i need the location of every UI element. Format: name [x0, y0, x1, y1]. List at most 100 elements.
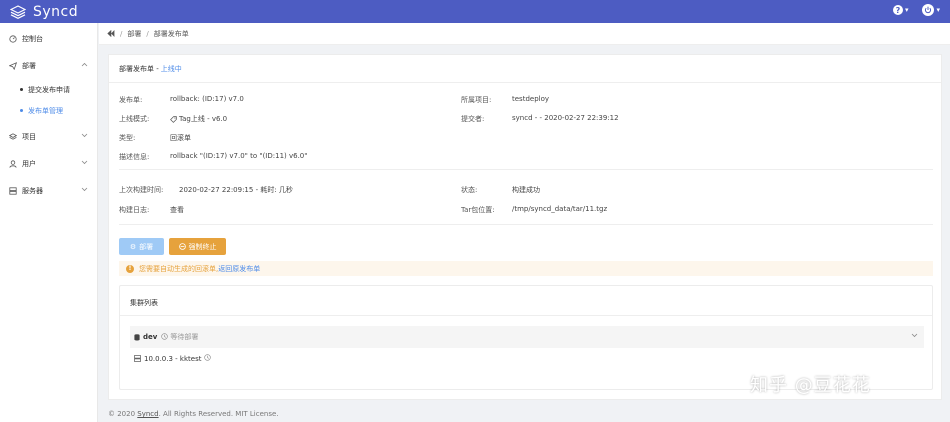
server-icon	[134, 355, 141, 362]
footer-prefix: © 2020	[108, 410, 136, 418]
gauge-icon	[9, 34, 19, 43]
field-label: 描述信息:	[119, 153, 150, 161]
section-divider	[120, 315, 932, 316]
chevron-up-icon	[81, 62, 88, 67]
field-value: syncd - - 2020-02-27 22:39:12	[512, 114, 619, 122]
field-label: 构建日志:	[119, 206, 150, 214]
chevron-down-icon: ▾	[904, 6, 909, 14]
field-value: testdeploy	[512, 95, 550, 103]
view-log-link[interactable]: 查看	[170, 205, 184, 215]
field-mode: 上线模式: Tag上线 - v6.0	[119, 114, 227, 124]
layers-icon	[9, 132, 19, 141]
sidebar-item-deploy[interactable]: 部署	[0, 52, 97, 79]
force-stop-button[interactable]: 强制终止	[169, 238, 226, 255]
chevron-down-icon	[81, 133, 88, 138]
host-name: 10.0.0.3 - kktest	[144, 354, 202, 363]
sidebar-item-servers[interactable]: 服务器	[0, 177, 97, 204]
field-value: 2020-02-27 22:09:15 - 耗时: 几秒	[179, 186, 293, 194]
cluster-status: 等待部署	[170, 333, 199, 341]
cluster-list-title: 集群列表	[130, 299, 158, 307]
field-type: 类型: 回滚单	[119, 133, 191, 143]
cluster-group-row[interactable]: dev 等待部署	[130, 326, 924, 348]
field-build-time: 上次构建时间: 2020-02-27 22:09:15 - 耗时: 几秒	[119, 185, 293, 195]
server-icon	[9, 186, 19, 195]
host-item: 10.0.0.3 - kktest	[134, 354, 212, 363]
field-value: 回滚单	[170, 134, 191, 142]
sidebar-item-users[interactable]: 用户	[0, 150, 97, 177]
bullet-dot	[20, 88, 23, 91]
gear-icon: ⚙	[129, 242, 137, 251]
chevron-down-icon: ▾	[936, 6, 940, 14]
chevron-down-icon	[81, 187, 88, 192]
release-status: 上线中	[160, 64, 182, 73]
help-icon: ?	[892, 5, 903, 15]
sidebar-item-projects[interactable]: 项目	[0, 123, 97, 150]
field-value: 构建成功	[512, 186, 540, 194]
user-icon	[9, 159, 19, 168]
field-value: Tag上线 - v6.0	[179, 115, 228, 123]
bullet-dot	[20, 109, 23, 112]
sidebar-item-label: 控制台	[22, 34, 43, 43]
rollback-warning: ! 您需要自动生成的回滚单, 返回原发布单	[119, 261, 933, 276]
field-label: Tar包位置:	[461, 206, 495, 214]
sidebar-subitem-submit-request[interactable]: 提交发布申请	[0, 79, 97, 100]
power-icon	[922, 4, 935, 16]
sidebar-item-dashboard[interactable]: 控制台	[0, 25, 97, 52]
send-icon	[9, 61, 19, 70]
app-logo[interactable]: Syncd	[0, 4, 98, 20]
help-menu[interactable]: ? ▾	[892, 5, 909, 15]
chevron-down-icon	[81, 160, 88, 165]
field-label: 上次构建时间:	[119, 186, 164, 194]
field-value: /tmp/syncd_data/tar/11.tgz	[512, 205, 608, 213]
field-release: 发布单: rollback: (ID:17) v7.0	[119, 95, 244, 105]
sidebar-item-label: 服务器	[22, 186, 43, 195]
field-label: 发布单:	[119, 96, 143, 104]
breadcrumb-item-current: 部署发布单	[153, 29, 189, 38]
warning-icon: !	[126, 264, 134, 273]
field-value: rollback: (ID:17) v7.0	[170, 95, 244, 103]
stop-circle-icon	[178, 243, 186, 250]
field-project: 所属项目: testdeploy	[461, 95, 549, 105]
field-state: 状态: 构建成功	[461, 185, 540, 195]
app-title: Syncd	[33, 3, 79, 20]
footer: © 2020 Syncd. All Rights Reserved. MIT L…	[108, 410, 279, 418]
sidebar-item-label: 部署	[22, 61, 36, 70]
breadcrumb-item-deploy[interactable]: 部署	[127, 29, 141, 39]
release-detail-card: 部署发布单 - 上线中 发布单: rollback: (ID:17) v7.0 …	[108, 54, 942, 400]
footer-syncd-link[interactable]: Syncd	[137, 410, 158, 418]
field-build-log: 构建日志: 查看	[119, 205, 184, 215]
sidebar: 控制台 部署 提交发布申请 发布单管理 项目 用户 服务器	[0, 23, 98, 422]
deploy-button[interactable]: ⚙ 部署	[119, 238, 164, 255]
watermark: 知乎 @豆花花	[750, 375, 871, 396]
cluster-env-name: dev	[143, 333, 158, 341]
chevron-down-icon	[911, 333, 918, 338]
layers-logo-icon	[10, 4, 26, 19]
sidebar-item-label: 用户	[22, 159, 36, 168]
user-menu[interactable]: ▾	[922, 4, 940, 16]
field-description: 描述信息: rollback "(ID:17) v7.0" to "(ID:11…	[119, 152, 307, 162]
field-tar-location: Tar包位置: /tmp/syncd_data/tar/11.tgz	[461, 205, 607, 215]
top-bar: Syncd ? ▾ ▾	[0, 0, 950, 23]
clock-icon	[204, 354, 212, 363]
back-to-original-link[interactable]: 返回原发布单	[218, 264, 260, 274]
card-header: 部署发布单 - 上线中	[109, 55, 941, 83]
card-title: 部署发布单 -	[119, 64, 159, 73]
sidebar-subitem-release-management[interactable]: 发布单管理	[0, 100, 97, 121]
sidebar-subitem-label: 发布单管理	[28, 106, 63, 115]
deploy-button-label: 部署	[139, 242, 154, 251]
field-label: 上线模式:	[119, 115, 150, 123]
field-label: 类型:	[119, 134, 136, 142]
sidebar-subitem-label: 提交发布申请	[28, 85, 70, 94]
warning-text: 您需要自动生成的回滚单,	[139, 264, 219, 273]
section-divider	[119, 224, 933, 225]
footer-suffix: . All Rights Reserved. MIT License.	[158, 410, 279, 418]
section-divider	[119, 169, 933, 170]
field-value: rollback "(ID:17) v7.0" to "(ID:11) v6.0…	[170, 152, 308, 160]
collapse-sidebar-icon[interactable]	[107, 30, 115, 37]
breadcrumb-separator: /	[146, 29, 149, 38]
field-label: 状态:	[461, 186, 478, 194]
database-icon	[134, 333, 140, 340]
field-submitter: 提交者: syncd - - 2020-02-27 22:39:12	[461, 114, 619, 124]
tag-icon	[170, 115, 177, 123]
field-label: 所属项目:	[461, 96, 492, 104]
